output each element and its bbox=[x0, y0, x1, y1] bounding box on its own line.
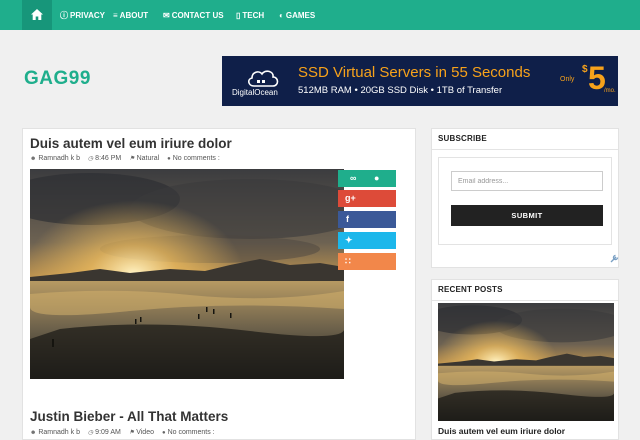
nav-contact-us[interactable]: ✉ CONTACT US bbox=[163, 10, 224, 22]
nav-games[interactable]: ◐ GAMES bbox=[279, 10, 315, 22]
nav-tech[interactable]: ▯ TECH bbox=[236, 10, 264, 22]
info-icon: ⓘ bbox=[60, 11, 68, 20]
clock-icon: ◷ bbox=[87, 156, 94, 162]
user-icon: ☻ bbox=[30, 156, 37, 162]
recent-post-thumbnail[interactable] bbox=[438, 303, 614, 421]
link-icon: ∞ bbox=[350, 173, 357, 183]
post-image-1[interactable] bbox=[30, 169, 344, 379]
ad-specs: 512MB RAM • 20GB SSD Disk • 1TB of Trans… bbox=[298, 85, 503, 96]
nav-about[interactable]: ≡ ABOUT bbox=[113, 10, 148, 22]
post-label[interactable]: ⚑ Natural bbox=[129, 155, 159, 162]
share-button-rss[interactable]: ∷ bbox=[338, 253, 396, 270]
top-navigation: ⓘ PRIVACY ≡ ABOUT ✉ CONTACT US ▯ TECH ◐ GAMES bbox=[0, 0, 640, 30]
submit-button[interactable]: SUBMIT bbox=[451, 205, 603, 226]
post-author[interactable]: ☻ Ramnadh k b bbox=[30, 155, 80, 162]
gamepad-icon: ◐ bbox=[279, 11, 284, 20]
ad-dollar-sign: $ bbox=[582, 64, 588, 75]
ad-brand-name: DigitalOcean bbox=[232, 88, 278, 97]
ad-per-month: /mo. bbox=[604, 88, 616, 94]
ad-headline: SSD Virtual Servers in 55 Seconds bbox=[298, 64, 531, 81]
digitalocean-logo: DigitalOcean bbox=[232, 64, 294, 100]
email-field[interactable] bbox=[451, 171, 603, 191]
post-title-1[interactable]: Duis autem vel eum iriure dolor bbox=[30, 136, 232, 151]
wrench-icon[interactable] bbox=[610, 253, 620, 263]
menu-icon: ≡ bbox=[113, 11, 118, 20]
nav-home-button[interactable] bbox=[22, 0, 52, 30]
rss-icon: ∷ bbox=[345, 256, 351, 266]
tag-icon: ⚑ bbox=[128, 430, 135, 436]
ad-only-label: Only bbox=[560, 76, 575, 83]
post-comments[interactable]: ● No comments : bbox=[162, 429, 215, 436]
cloud-icon bbox=[248, 70, 279, 87]
recent-posts-title: RECENT POSTS bbox=[438, 285, 503, 294]
mail-icon: ✉ bbox=[163, 11, 170, 20]
facebook-icon: f bbox=[346, 214, 349, 224]
subscribe-title: SUBSCRIBE bbox=[438, 134, 487, 143]
share-button-twitter[interactable]: ✦ bbox=[338, 232, 396, 249]
home-icon bbox=[31, 9, 43, 20]
post-meta-1: ☻ Ramnadh k b ◷ 8:46 PM ⚑ Natural ● No comme… bbox=[30, 155, 226, 162]
chat-icon: ● bbox=[374, 173, 380, 183]
post-meta-2: ☻ Ramnadh k b ◷ 9:09 AM ⚑ Video ● No comment… bbox=[30, 429, 221, 436]
share-button-facebook[interactable]: f bbox=[338, 211, 396, 228]
comment-icon: ● bbox=[161, 430, 166, 436]
subscribe-form: SUBMIT bbox=[438, 157, 612, 245]
share-button-link[interactable]: ∞ ● bbox=[338, 170, 396, 187]
ad-banner[interactable]: DigitalOcean SSD Virtual Servers in 55 S… bbox=[222, 56, 618, 106]
sunset-beach-thumbnail bbox=[438, 303, 614, 421]
post-author[interactable]: ☻ Ramnadh k b bbox=[30, 429, 80, 436]
ad-price: Only $ 5 /mo. bbox=[560, 60, 616, 102]
twitter-icon: ✦ bbox=[345, 235, 353, 245]
divider bbox=[432, 149, 618, 150]
site-logo[interactable]: GAG99 bbox=[24, 68, 91, 90]
mobile-icon: ▯ bbox=[236, 11, 241, 20]
clock-icon: ◷ bbox=[87, 430, 94, 436]
recent-post-title[interactable]: Duis autem vel eum iriure dolor bbox=[438, 426, 565, 436]
comment-icon: ● bbox=[167, 156, 171, 162]
user-icon: ☻ bbox=[30, 430, 37, 436]
subscribe-widget: SUBSCRIBE SUBMIT bbox=[431, 128, 619, 268]
tag-icon: ⚑ bbox=[129, 156, 135, 162]
post-time: ◷ 9:09 AM bbox=[87, 429, 121, 436]
post-title-2[interactable]: Justin Bieber - All That Matters bbox=[30, 409, 228, 424]
post-comments[interactable]: ● No comments : bbox=[167, 155, 220, 162]
nav-privacy[interactable]: ⓘ PRIVACY bbox=[60, 10, 105, 22]
post-label[interactable]: ⚑ Video bbox=[129, 429, 154, 436]
recent-posts-widget: RECENT POSTS Duis autem vel eum iriure d… bbox=[431, 279, 619, 440]
divider bbox=[432, 300, 618, 301]
sunset-beach-image bbox=[30, 169, 344, 379]
share-button-google-plus[interactable]: g+ bbox=[338, 190, 396, 207]
post-time: ◷ 8:46 PM bbox=[87, 155, 122, 162]
google-plus-icon: g+ bbox=[345, 193, 356, 203]
